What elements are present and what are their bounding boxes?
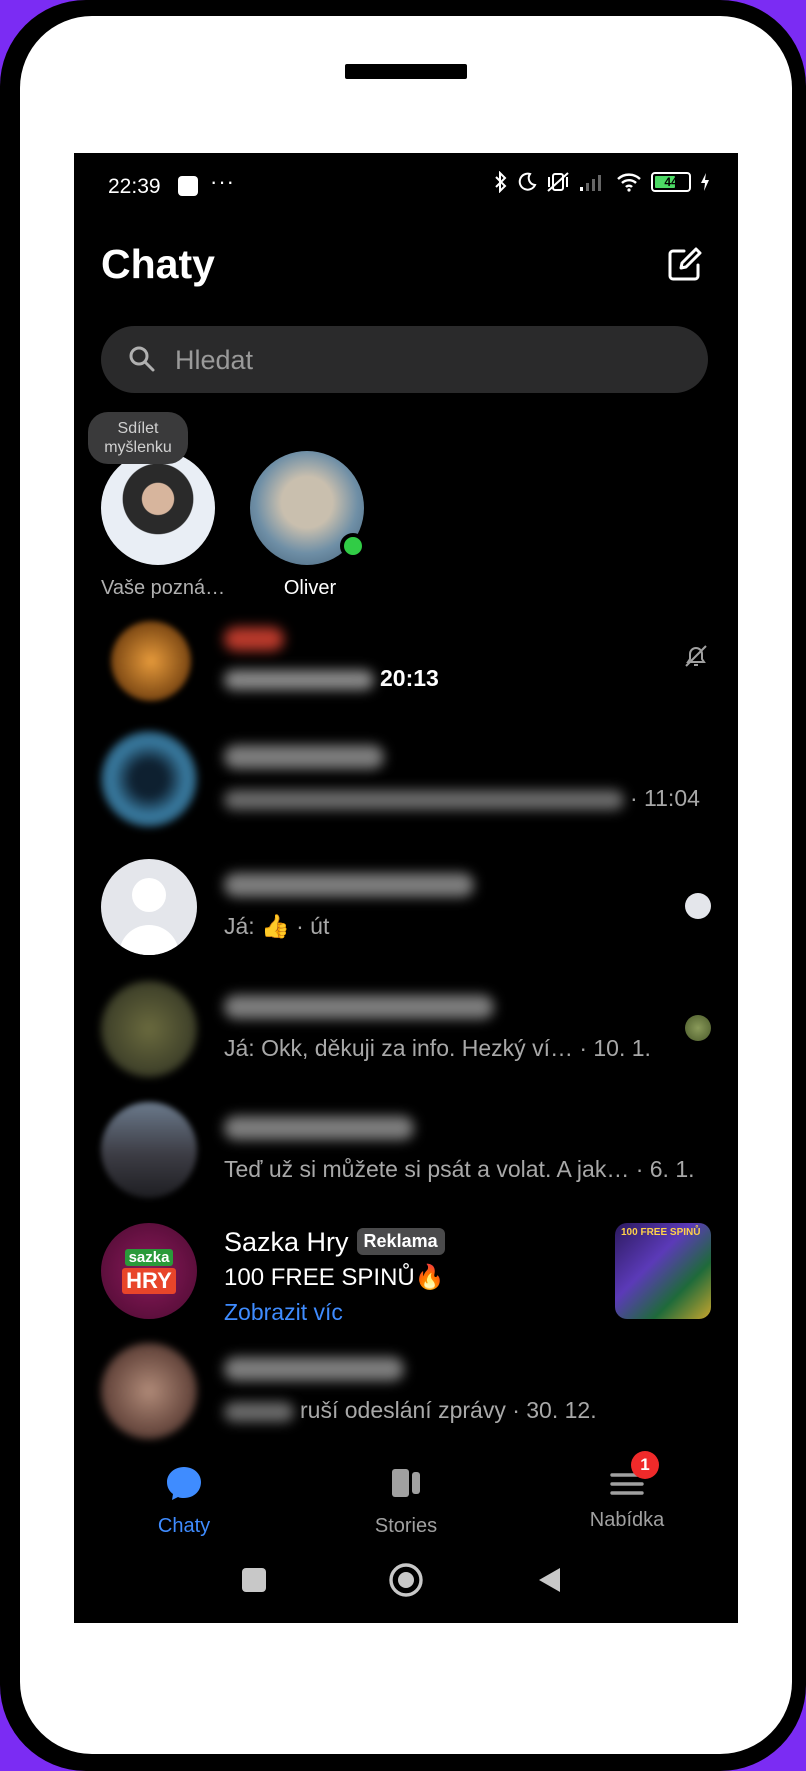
message-text: Teď už si můžete si psát a volat. A jak… — [224, 1156, 630, 1182]
notification-badge: 1 — [631, 1451, 659, 1479]
chat-row[interactable]: Já: Okk, děkuji za info. Hezký ví… · 10.… — [101, 981, 711, 1081]
avatar — [101, 1343, 197, 1439]
chat-message: · 11:04 — [224, 785, 700, 812]
ad-badge: Reklama — [356, 1228, 445, 1255]
avatar — [101, 1102, 197, 1198]
story-label: Vaše pozná… — [101, 577, 226, 599]
tab-bar: Chaty Stories 1 Nabídka — [74, 1451, 738, 1543]
read-receipt-avatar — [685, 893, 711, 919]
chat-row[interactable]: ruší odeslání zprávy · 30. 12. — [101, 1343, 711, 1443]
chat-row[interactable]: Teď už si můžete si psát a volat. A jak…… — [101, 1102, 711, 1202]
chat-message: ruší odeslání zprávy · 30. 12. — [224, 1397, 597, 1424]
blurred-message — [224, 669, 374, 690]
ad-thumbnail-text: 100 FREE SPINŮ — [621, 1227, 701, 1238]
ad-thumbnail[interactable]: 100 FREE SPINŮ — [615, 1223, 711, 1319]
read-receipt-avatar — [685, 1015, 711, 1041]
stories-icon — [392, 1469, 420, 1497]
ad-text-line: 100 FREE SPINŮ🔥 — [224, 1263, 445, 1292]
ad-name: Sazka Hry — [224, 1227, 349, 1257]
bluetooth-icon — [495, 171, 507, 193]
status-time: 22:39 — [108, 175, 161, 198]
home-icon[interactable] — [388, 1562, 424, 1598]
chat-time: · 10. 1. — [579, 1035, 651, 1061]
screen: 22:39 ··· 44 Chaty Hledat Vaše pozná… Sd… — [74, 153, 738, 1623]
message-text: ruší odeslání zprávy — [300, 1397, 506, 1423]
avatar — [111, 621, 191, 701]
chat-row[interactable]: 20:13 — [101, 613, 711, 713]
tab-label: Nabídka — [589, 1509, 665, 1531]
chat-message: Teď už si můžete si psát a volat. A jak…… — [224, 1156, 695, 1183]
tab-chats[interactable]: Chaty — [114, 1463, 254, 1538]
logo-text-top: sazka — [124, 1248, 174, 1266]
chat-time: 20:13 — [380, 665, 439, 691]
ad-name-line: Sazka Hry Reklama — [224, 1227, 445, 1258]
status-bar: 22:39 ··· 44 — [74, 153, 738, 219]
recents-icon[interactable] — [240, 1566, 268, 1594]
share-thought-bubble[interactable]: Sdílet myšlenku — [88, 412, 188, 464]
avatar — [101, 451, 215, 565]
chat-time: · út — [296, 913, 330, 939]
online-indicator — [340, 533, 366, 559]
chat-message: 20:13 — [224, 665, 439, 692]
blurred-name — [224, 627, 284, 651]
phone-speaker — [345, 64, 467, 79]
sponsored-chat-row[interactable]: sazka HRY Sazka Hry Reklama 100 FREE SPIN… — [101, 1223, 711, 1326]
battery-level: 44 — [664, 175, 678, 189]
moon-icon — [518, 172, 537, 191]
thumbs-up-icon: 👍 — [261, 913, 290, 939]
tab-stories[interactable]: Stories — [336, 1463, 476, 1538]
wifi-icon — [617, 173, 641, 192]
chat-time: · 30. 12. — [512, 1397, 597, 1423]
battery-icon: 44 — [651, 172, 691, 192]
search-placeholder: Hledat — [175, 345, 254, 375]
logo-text-bottom: HRY — [122, 1267, 176, 1294]
blurred-name — [224, 1401, 294, 1422]
blurred-name — [224, 995, 494, 1019]
menu-icon: 1 — [607, 1451, 659, 1503]
page-title: Chaty — [101, 241, 215, 287]
blurred-name — [224, 873, 474, 897]
chat-message: Já: 👍 · út — [224, 913, 329, 940]
avatar — [101, 859, 197, 955]
search-input[interactable]: Hledat — [101, 326, 708, 393]
story-label: Oliver — [283, 577, 337, 599]
message-text: Já: Okk, děkuji za info. Hezký ví… — [224, 1035, 573, 1061]
tab-menu[interactable]: 1 Nabídka — [557, 1451, 697, 1532]
back-icon[interactable] — [536, 1566, 564, 1594]
fire-icon: 🔥 — [414, 1264, 445, 1291]
compose-icon[interactable] — [666, 245, 704, 283]
status-icons: 44 — [494, 171, 710, 193]
avatar — [101, 981, 197, 1077]
system-nav-bar — [74, 1548, 738, 1623]
vibrate-off-icon — [547, 172, 569, 192]
signal-icon — [580, 175, 601, 191]
chat-row[interactable]: Já: 👍 · út — [101, 859, 711, 959]
blurred-name — [224, 1357, 404, 1381]
more-notifications-icon: ··· — [210, 169, 235, 194]
search-icon — [129, 346, 155, 372]
story-oliver[interactable]: Oliver — [250, 451, 370, 600]
blurred-message — [224, 789, 624, 810]
ad-text: 100 FREE SPINŮ — [224, 1264, 415, 1291]
see-more-link[interactable]: Zobrazit víc — [224, 1299, 343, 1326]
message-prefix: Já: — [224, 913, 262, 939]
blurred-name — [224, 745, 384, 769]
tab-label: Chaty — [157, 1515, 211, 1537]
chat-time: · 6. 1. — [635, 1156, 695, 1182]
muted-bell-icon — [685, 645, 707, 667]
tab-label: Stories — [374, 1515, 438, 1537]
avatar — [250, 451, 366, 565]
chat-time: · 11:04 — [630, 785, 700, 811]
blurred-name — [224, 1116, 414, 1140]
sazka-logo: sazka HRY — [101, 1223, 197, 1319]
charging-icon — [701, 173, 709, 191]
chat-bubble-icon — [167, 1467, 201, 1500]
default-avatar-icon — [119, 878, 179, 955]
avatar — [101, 731, 197, 827]
chat-row[interactable]: · 11:04 — [101, 731, 711, 831]
chat-message: Já: Okk, děkuji za info. Hezký ví… · 10.… — [224, 1035, 651, 1062]
story-my-notes[interactable]: Vaše pozná… — [101, 451, 226, 600]
notification-icon — [178, 176, 198, 196]
